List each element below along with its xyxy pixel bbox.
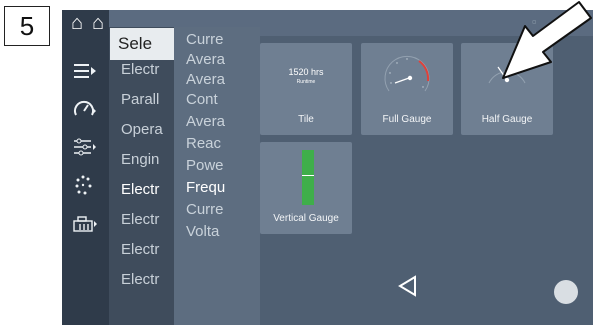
tile-label: Tile xyxy=(298,114,314,125)
home-icon-2[interactable]: ⌂ xyxy=(87,12,109,34)
select-header: Sele xyxy=(110,28,176,60)
callout-arrow-icon xyxy=(502,1,592,79)
tile-subtext: Runtime xyxy=(296,79,316,85)
parameter-menu: Curre Avera Avera Cont Avera Reac Powe F… xyxy=(174,27,260,325)
tile-option[interactable]: 1520 hrs Runtime Tile xyxy=(260,43,352,135)
list-menu-icon[interactable] xyxy=(70,58,100,84)
parameter-item[interactable]: Avera xyxy=(186,113,225,130)
category-item-selected[interactable]: Electr xyxy=(121,181,159,198)
select-header-label: Sele xyxy=(118,34,153,53)
parameter-item[interactable]: Volta xyxy=(186,223,219,240)
parameter-item[interactable]: Cont xyxy=(186,91,218,108)
category-item[interactable]: Electr xyxy=(121,211,159,228)
gauge-icon[interactable] xyxy=(70,96,100,122)
step-number-box: 5 xyxy=(4,6,50,46)
vertical-gauge-bar xyxy=(302,150,314,205)
parameter-item[interactable]: Avera xyxy=(186,71,225,88)
tile-value: 1520 hrs xyxy=(288,67,324,77)
category-item[interactable]: Engin xyxy=(121,151,159,168)
category-menu: Electr Parall Opera Engin Electr Electr … xyxy=(109,27,176,325)
vertical-gauge-option[interactable]: Vertical Gauge xyxy=(260,142,352,234)
category-item[interactable]: Opera xyxy=(121,121,163,138)
parameter-item[interactable]: Powe xyxy=(186,157,224,174)
parameter-item[interactable]: Avera xyxy=(186,51,225,68)
full-gauge-icon xyxy=(384,55,430,92)
vertical-gauge-label: Vertical Gauge xyxy=(273,213,339,224)
full-gauge-label: Full Gauge xyxy=(382,114,432,125)
vertical-gauge-marker xyxy=(302,175,314,176)
status-indicator-icon xyxy=(554,280,578,304)
parameter-item[interactable]: Reac xyxy=(186,135,221,152)
parameter-item[interactable]: Curre xyxy=(186,201,224,218)
parameter-item-selected[interactable]: Frequ xyxy=(186,179,225,196)
half-gauge-label: Half Gauge xyxy=(481,114,533,125)
dots-circle-icon[interactable] xyxy=(70,172,100,198)
category-item[interactable]: Electr xyxy=(121,271,159,288)
full-gauge-option[interactable]: Full Gauge xyxy=(361,43,453,135)
home-icon[interactable]: ⌂ xyxy=(66,12,88,34)
back-icon[interactable] xyxy=(396,274,420,298)
category-item[interactable]: Parall xyxy=(121,91,159,108)
generator-icon[interactable] xyxy=(70,210,100,236)
sliders-icon[interactable] xyxy=(70,134,100,160)
category-item[interactable]: Electr xyxy=(121,61,159,78)
parameter-item[interactable]: Curre xyxy=(186,31,224,48)
category-item[interactable]: Electr xyxy=(121,241,159,258)
